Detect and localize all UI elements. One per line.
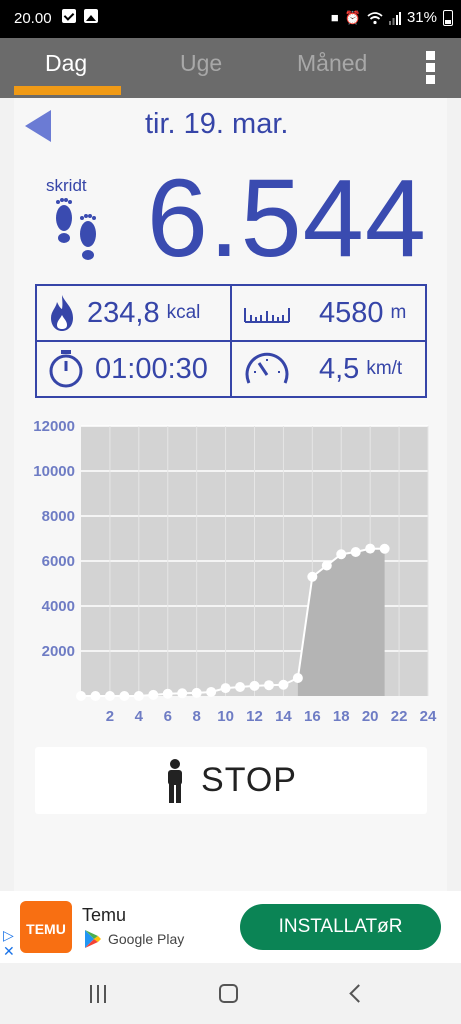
chart-data-point [206, 686, 217, 697]
system-icons: ■ ⏰ 31% [331, 9, 453, 26]
chart-data-point [148, 689, 159, 700]
chart-data-point [90, 691, 101, 701]
chart-data-point [350, 547, 361, 557]
home-icon[interactable] [219, 984, 238, 1003]
chart-data-point [235, 682, 246, 692]
chart-x-tick-label: 12 [246, 708, 263, 725]
chart-data-point [76, 691, 86, 701]
step-count: 6.544 [146, 157, 427, 280]
lock-icon: ■ [330, 10, 339, 25]
previous-day-arrow-icon[interactable] [25, 110, 51, 142]
duration-value: 01:00:30 [95, 352, 208, 385]
chart-data-point [365, 543, 376, 554]
chart-x-tick-label: 2 [106, 708, 114, 725]
stats-grid: 234,8 kcal 4580 m 01:00:30 4,5 km/t [35, 284, 427, 398]
chart-data-point [249, 680, 260, 691]
chart-x-tick-label: 18 [333, 708, 350, 725]
battery-icon [443, 9, 453, 26]
chart-y-tick-label: 12000 [33, 418, 75, 435]
ad-banner[interactable]: ▷ ✕ TEMU Temu Google Play INSTALLATøR [0, 891, 461, 963]
chart-data-point [263, 680, 274, 691]
chart-data-point [321, 560, 332, 571]
chart-data-point [191, 687, 202, 698]
chart-data-point [220, 683, 231, 694]
chart-y-tick-label: 10000 [33, 463, 75, 480]
steps-chart: 200040006000800010000120002 4 6 8 10 12 14 16 18… [33, 418, 437, 725]
check-icon [62, 9, 76, 23]
date-label: tir. 19. mar. [145, 108, 289, 140]
chart-data-point [177, 688, 188, 699]
chart-data-point [307, 571, 318, 582]
chart-data-point [104, 691, 115, 701]
ad-app-name[interactable]: Temu [82, 905, 126, 926]
status-bar: 20.00 ■ ⏰ 31% [0, 0, 461, 38]
chart-data-point [133, 691, 144, 701]
recent-apps-icon[interactable] [90, 985, 106, 1003]
speed-cell: 4,5 km/t [243, 342, 402, 396]
notification-icons [62, 9, 98, 23]
chart-data-point [336, 549, 347, 560]
chart-x-tick-label: 4 [135, 708, 144, 725]
duration-cell: 01:00:30 [47, 342, 208, 396]
tab-day[interactable]: Dag [45, 50, 87, 77]
store-name: Google Play [108, 931, 185, 947]
overflow-menu-icon[interactable] [426, 51, 438, 85]
active-tab-indicator [14, 86, 121, 95]
speed-unit: km/t [366, 358, 403, 379]
temu-app-logo[interactable]: TEMU [20, 901, 72, 953]
calories-cell: 234,8 kcal [47, 286, 200, 340]
distance-cell: 4580 m [243, 286, 406, 340]
speedometer-icon [245, 352, 289, 384]
tab-bar: Dag Uge Måned [0, 38, 461, 98]
steps-label: skridt [46, 176, 87, 195]
stop-button-label: STOP [201, 761, 297, 799]
distance-value: 4580 [319, 296, 384, 329]
system-nav-bar [0, 963, 461, 1024]
chart-x-tick-label: 8 [192, 708, 200, 725]
stopwatch-icon [49, 350, 83, 388]
chart-x-tick-label: 24 [420, 708, 437, 725]
chart-data-point [379, 543, 390, 554]
tab-week[interactable]: Uge [180, 50, 222, 77]
ruler-icon [244, 308, 290, 323]
alarm-icon: ⏰ [344, 9, 361, 25]
gallery-icon [84, 9, 98, 23]
stop-button[interactable]: STOP [35, 747, 427, 814]
install-button[interactable]: INSTALLATøR [240, 904, 441, 950]
store-badge: Google Play [84, 929, 184, 949]
status-time: 20.00 [14, 10, 52, 27]
day-view: tir. 19. mar. skridt 6.544 234,8 kcal 45… [14, 98, 447, 891]
calories-unit: kcal [166, 302, 201, 323]
chart-x-tick-label: 6 [164, 708, 172, 725]
chart-x-tick-label: 16 [304, 708, 321, 725]
tab-month[interactable]: Måned [297, 50, 367, 77]
ad-choices-icon[interactable]: ▷ ✕ [3, 927, 15, 959]
google-play-icon [85, 930, 101, 948]
chart-x-tick-label: 10 [217, 708, 234, 725]
flame-icon [51, 295, 73, 331]
chart-y-tick-label: 6000 [42, 553, 75, 570]
back-icon[interactable] [349, 984, 368, 1003]
footprints-icon [56, 198, 96, 260]
chart-y-tick-label: 8000 [42, 508, 75, 525]
battery-percent: 31% [406, 9, 437, 26]
chart-data-point [119, 691, 130, 701]
chart-x-tick-label: 22 [391, 708, 408, 725]
wifi-icon [367, 11, 383, 24]
person-icon [168, 758, 183, 803]
calories-value: 234,8 [87, 296, 160, 329]
chart-y-tick-label: 2000 [42, 643, 75, 660]
chart-data-point [278, 679, 289, 690]
chart-data-point [292, 673, 303, 683]
chart-data-point [162, 688, 173, 699]
speed-value: 4,5 [319, 352, 360, 385]
chart-x-tick-label: 14 [275, 708, 292, 725]
distance-unit: m [390, 302, 407, 323]
signal-icon [388, 11, 401, 25]
chart-x-tick-label: 20 [362, 708, 379, 725]
chart-y-tick-label: 4000 [42, 598, 75, 615]
